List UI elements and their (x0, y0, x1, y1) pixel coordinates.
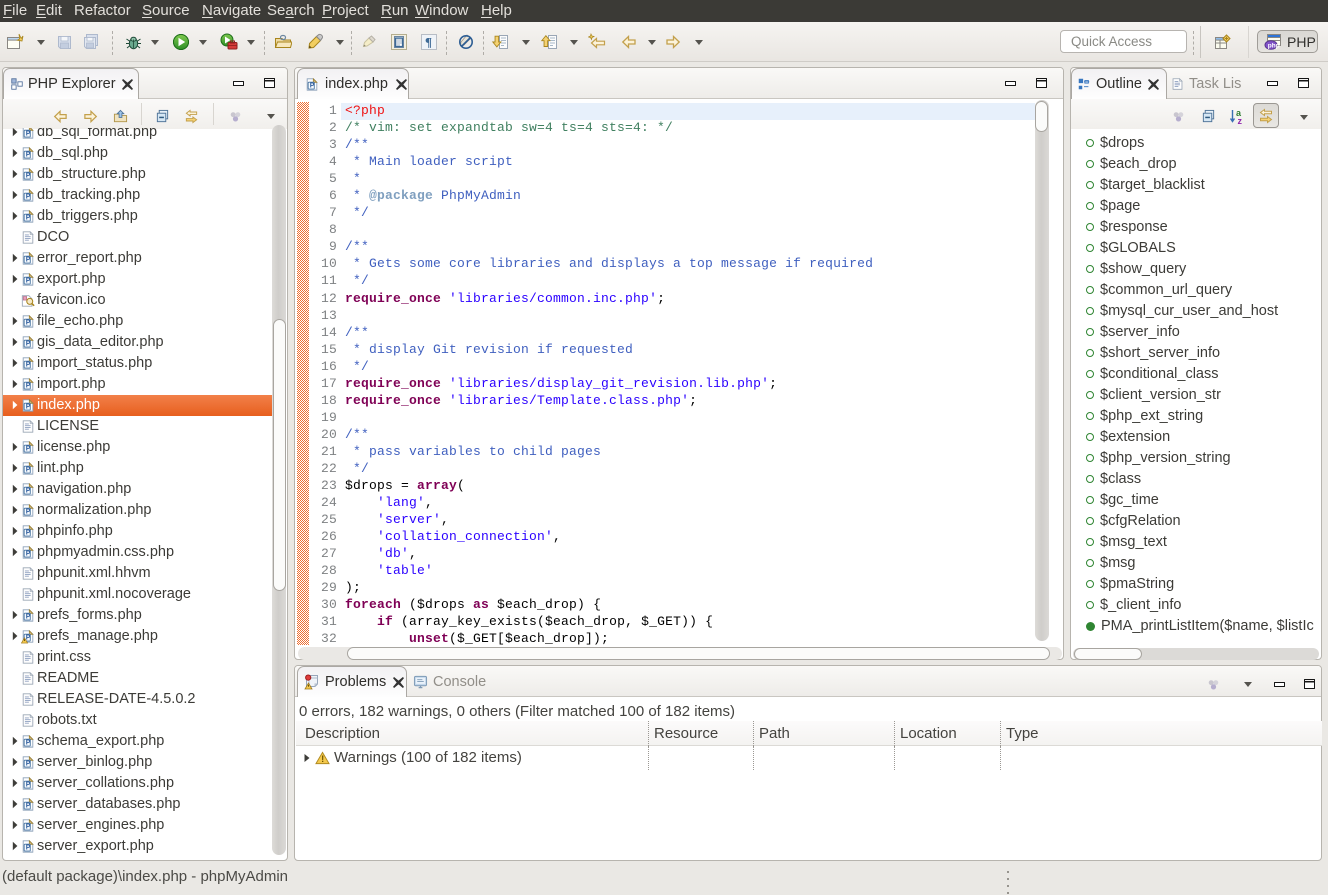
svg-text:!: ! (321, 754, 324, 764)
svg-text:z: z (1238, 116, 1243, 125)
